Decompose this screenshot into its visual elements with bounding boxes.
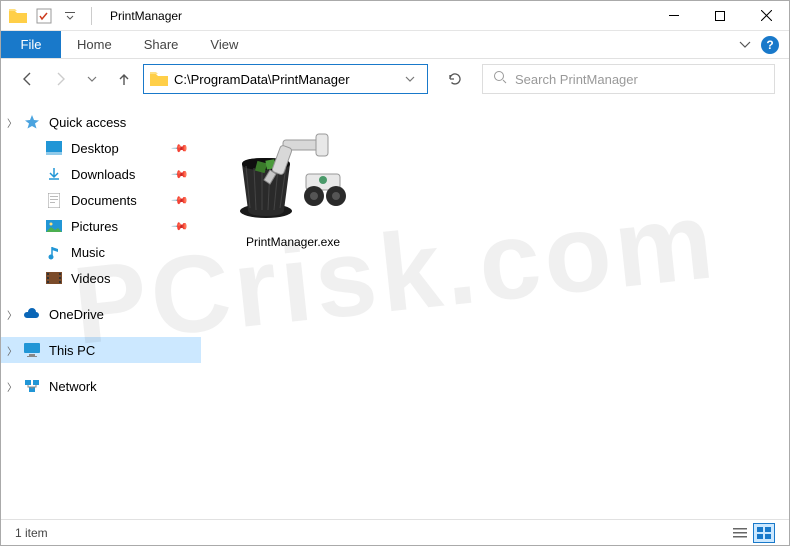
pin-icon: 📌	[171, 165, 190, 184]
window-controls	[651, 1, 789, 31]
nav-label: Pictures	[71, 219, 118, 234]
nav-label: Desktop	[71, 141, 119, 156]
refresh-button[interactable]	[440, 64, 470, 94]
ribbon-collapse-icon[interactable]	[739, 36, 751, 54]
address-dropdown-icon[interactable]	[399, 70, 421, 88]
up-button[interactable]	[111, 66, 137, 92]
chevron-icon[interactable]: 〉	[7, 115, 17, 130]
nav-music[interactable]: Music	[1, 239, 201, 265]
search-icon	[493, 70, 507, 89]
minimize-button[interactable]	[651, 1, 697, 31]
nav-desktop[interactable]: Desktop 📌	[1, 135, 201, 161]
address-bar[interactable]: C:\ProgramData\PrintManager	[143, 64, 428, 94]
address-row: C:\ProgramData\PrintManager	[1, 59, 789, 99]
ribbon: File Home Share View ?	[1, 31, 789, 59]
nav-label: Quick access	[49, 115, 126, 130]
separator	[91, 7, 92, 25]
network-icon	[23, 377, 41, 395]
forward-button[interactable]	[47, 66, 73, 92]
nav-this-pc[interactable]: 〉 This PC	[1, 337, 201, 363]
details-view-button[interactable]	[729, 523, 751, 543]
nav-network[interactable]: 〉 Network	[1, 373, 201, 399]
window-title: PrintManager	[110, 9, 182, 23]
file-item[interactable]: PrintManager.exe	[213, 111, 373, 249]
content-pane[interactable]: PrintManager.exe	[201, 99, 789, 519]
desktop-icon	[45, 139, 63, 157]
nav-pictures[interactable]: Pictures 📌	[1, 213, 201, 239]
pin-icon: 📌	[171, 191, 190, 210]
search-input[interactable]	[515, 72, 764, 87]
back-button[interactable]	[15, 66, 41, 92]
nav-label: Music	[71, 245, 105, 260]
help-icon[interactable]: ?	[761, 36, 779, 54]
tab-view[interactable]: View	[194, 31, 254, 58]
tab-share[interactable]: Share	[128, 31, 195, 58]
tab-home[interactable]: Home	[61, 31, 128, 58]
file-thumbnail	[223, 111, 363, 231]
music-icon	[45, 243, 63, 261]
nav-quick-access[interactable]: 〉 Quick access	[1, 109, 201, 135]
onedrive-icon	[23, 305, 41, 323]
navigation-pane[interactable]: 〉 Quick access Desktop 📌 Downloads 📌 Doc…	[1, 99, 201, 519]
nav-label: Downloads	[71, 167, 135, 182]
nav-documents[interactable]: Documents 📌	[1, 187, 201, 213]
file-name: PrintManager.exe	[213, 235, 373, 249]
chevron-icon[interactable]: 〉	[7, 379, 17, 394]
search-box[interactable]	[482, 64, 775, 94]
nav-downloads[interactable]: Downloads 📌	[1, 161, 201, 187]
maximize-button[interactable]	[697, 1, 743, 31]
file-tab[interactable]: File	[1, 31, 61, 58]
address-path: C:\ProgramData\PrintManager	[174, 72, 393, 87]
qat-dropdown-icon[interactable]	[61, 7, 79, 25]
pictures-icon	[45, 217, 63, 235]
titlebar: PrintManager	[1, 1, 789, 31]
chevron-icon[interactable]: 〉	[7, 307, 17, 322]
downloads-icon	[45, 165, 63, 183]
statusbar: 1 item	[1, 519, 789, 545]
thumbnails-view-button[interactable]	[753, 523, 775, 543]
main-area: 〉 Quick access Desktop 📌 Downloads 📌 Doc…	[1, 99, 789, 519]
nav-videos[interactable]: Videos	[1, 265, 201, 291]
pin-icon: 📌	[171, 139, 190, 158]
nav-label: OneDrive	[49, 307, 104, 322]
nav-onedrive[interactable]: 〉 OneDrive	[1, 301, 201, 327]
documents-icon	[45, 191, 63, 209]
close-button[interactable]	[743, 1, 789, 31]
recent-locations-icon[interactable]	[79, 66, 105, 92]
folder-icon	[9, 7, 27, 25]
quick-access-icon	[23, 113, 41, 131]
pin-icon: 📌	[171, 217, 190, 236]
nav-label: Network	[49, 379, 97, 394]
folder-icon	[150, 72, 168, 86]
item-count: 1 item	[15, 526, 48, 540]
properties-icon[interactable]	[35, 7, 53, 25]
nav-label: This PC	[49, 343, 95, 358]
nav-label: Videos	[71, 271, 111, 286]
quick-access-toolbar: PrintManager	[1, 7, 182, 25]
nav-label: Documents	[71, 193, 137, 208]
videos-icon	[45, 269, 63, 287]
this-pc-icon	[23, 341, 41, 359]
chevron-icon[interactable]: 〉	[7, 343, 17, 358]
